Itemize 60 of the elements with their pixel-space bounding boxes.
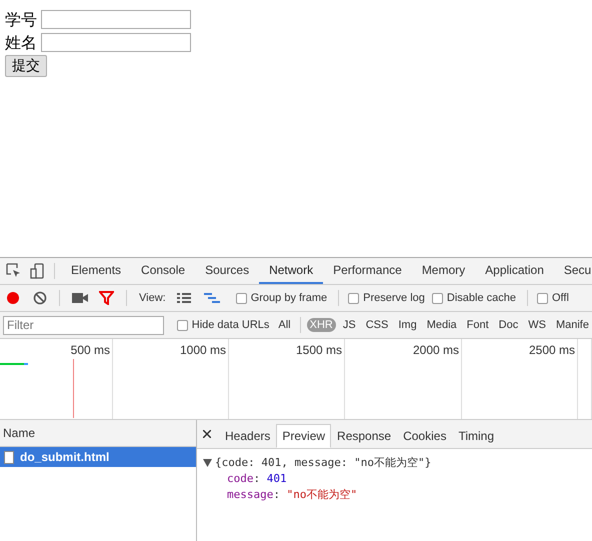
filter-icon[interactable] [99,291,114,305]
checkbox[interactable] [536,292,548,304]
time-tick: 1500 ms [296,343,342,357]
type-filter[interactable]: Doc [496,318,522,332]
time-tick: 2000 ms [412,343,459,357]
panel-tab[interactable]: Performance [323,258,412,284]
type-filter[interactable]: JS [340,318,359,332]
close-icon[interactable] [203,430,211,438]
panel-tab[interactable]: Secu [554,258,592,284]
clear-icon[interactable] [33,291,47,305]
type-filter[interactable]: Manife [552,318,592,332]
checkbox[interactable] [176,320,188,330]
checkbox-label: Offl [552,292,569,304]
checkbox[interactable] [348,292,360,304]
time-tick: 500 ms [70,343,110,357]
panel-tab[interactable]: Elements [61,258,132,284]
detail-tab[interactable]: Timing [452,424,500,448]
record-icon[interactable] [6,291,20,305]
view-label: View: [139,292,166,304]
disclosure-triangle-icon[interactable] [203,459,212,467]
filter-field[interactable]: Filter [3,316,164,334]
property-line: code: 401 [227,472,287,485]
object-summary: {code: 401, message: "no不能为空"} [215,455,432,471]
property-line: message: "no不能为空" [227,488,358,501]
field-label: 学号 [5,10,37,30]
panel-tab[interactable]: Application [475,258,554,284]
type-filter[interactable]: WS [525,318,549,332]
type-filter[interactable]: Img [395,318,420,332]
type-filter[interactable]: Media [424,318,460,332]
device-icon[interactable] [30,263,44,279]
type-filter[interactable]: CSS [362,318,392,332]
input-field[interactable] [41,33,191,52]
detail-tab[interactable]: Preview [276,424,332,448]
checkbox-label: Disable cache [446,292,516,304]
detail-tab[interactable]: Cookies [397,424,452,448]
field-label: 姓名 [5,32,37,52]
inspect-icon[interactable] [6,263,22,279]
camera-icon[interactable] [72,292,88,304]
checkbox-label: Hide data URLs [192,319,270,331]
document-icon [4,450,14,464]
checkbox-label: Group by frame [250,292,328,304]
panel-tab[interactable]: Console [131,258,196,284]
checkbox[interactable] [432,292,443,304]
waterfall-icon[interactable] [204,292,220,304]
detail-tab[interactable]: Headers [219,424,276,448]
panel-tab[interactable]: Memory [412,258,476,284]
checkbox[interactable] [236,292,247,304]
list-icon[interactable] [176,292,191,304]
column-header: Name [3,426,36,440]
time-tick: 2500 ms [528,343,575,357]
load-marker [73,359,74,418]
checkbox-label: Preserve log [363,292,425,304]
submit-button[interactable]: 提交 [5,55,47,77]
type-filter[interactable]: Font [464,318,492,332]
panel-tab[interactable]: Sources [195,258,260,284]
type-filter[interactable]: All [275,318,294,332]
input-field[interactable] [41,10,191,29]
detail-tab[interactable]: Response [331,424,398,448]
request-row[interactable]: do_submit.html [0,447,196,467]
time-tick: 1000 ms [180,343,226,357]
